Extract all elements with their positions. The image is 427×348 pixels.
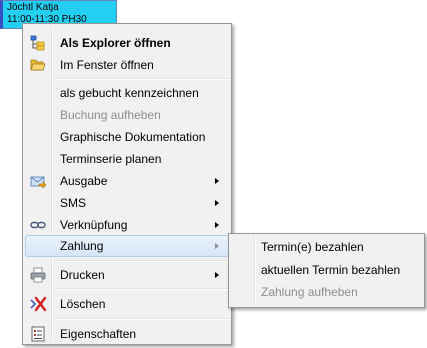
menu-item-link[interactable]: Verknüpfung xyxy=(25,214,229,236)
open-folder-icon xyxy=(30,57,46,73)
payment-submenu: Termin(e) bezahlen aktuellen Termin beza… xyxy=(228,233,425,308)
explorer-tree-icon xyxy=(30,35,46,51)
menu-item-print[interactable]: Drucken xyxy=(25,264,229,286)
menu-label: Im Fenster öffnen xyxy=(60,58,154,72)
submenu-arrow-icon xyxy=(215,200,219,206)
menu-separator xyxy=(54,78,229,80)
menu-item-graphic-documentation[interactable]: Graphische Dokumentation xyxy=(25,126,229,148)
menu-label: als gebucht kennzeichnen xyxy=(60,86,199,100)
menu-label: Termin(e) bezahlen xyxy=(261,240,364,254)
menu-label: aktuellen Termin bezahlen xyxy=(261,263,401,277)
menu-label: Löschen xyxy=(60,297,106,311)
menu-label: Terminserie planen xyxy=(60,152,162,166)
menu-label: Buchung aufheben xyxy=(60,108,161,122)
menu-item-properties[interactable]: Eigenschaften xyxy=(25,323,229,345)
menu-label: Zahlung aufheben xyxy=(261,285,358,299)
submenu-item-pay-current[interactable]: aktuellen Termin bezahlen xyxy=(231,259,422,281)
menu-label: Verknüpfung xyxy=(60,218,128,232)
appointment-name: Jöchtl Katja xyxy=(7,2,59,13)
menu-label: Eigenschaften xyxy=(60,327,137,341)
menu-item-open-explorer[interactable]: Als Explorer öffnen xyxy=(25,32,229,54)
menu-label: Drucken xyxy=(60,268,105,282)
menu-item-sms[interactable]: SMS xyxy=(25,192,229,214)
submenu-item-pay-appointments[interactable]: Termin(e) bezahlen xyxy=(231,236,422,258)
submenu-arrow-icon xyxy=(215,243,219,249)
menu-separator xyxy=(54,288,229,290)
printer-icon xyxy=(30,267,46,283)
delete-x-icon xyxy=(30,296,47,312)
menu-label: Graphische Dokumentation xyxy=(60,130,206,144)
submenu-arrow-icon xyxy=(215,222,219,228)
menu-label: SMS xyxy=(60,196,87,210)
menu-item-open-window[interactable]: Im Fenster öffnen xyxy=(25,54,229,76)
menu-item-payment[interactable]: Zahlung xyxy=(25,235,229,257)
menu-label: Als Explorer öffnen xyxy=(60,36,171,50)
menu-item-plan-series[interactable]: Terminserie planen xyxy=(25,148,229,170)
submenu-arrow-icon xyxy=(215,272,219,278)
chain-link-icon xyxy=(30,217,46,233)
submenu-item-cancel-payment: Zahlung aufheben xyxy=(231,281,422,303)
properties-document-icon xyxy=(30,326,46,342)
menu-item-mark-booked[interactable]: als gebucht kennzeichnen xyxy=(25,82,229,104)
menu-item-cancel-booking: Buchung aufheben xyxy=(25,104,229,126)
menu-item-output[interactable]: Ausgabe xyxy=(25,170,229,192)
menu-separator xyxy=(54,318,229,320)
menu-label: Ausgabe xyxy=(60,174,108,188)
menu-separator xyxy=(54,260,229,262)
output-envelope-icon xyxy=(30,173,47,189)
submenu-arrow-icon xyxy=(215,178,219,184)
menu-item-delete[interactable]: Löschen xyxy=(25,293,229,315)
menu-label: Zahlung xyxy=(60,239,104,253)
context-menu: Als Explorer öffnen Im Fenster öffnen al… xyxy=(22,23,232,345)
